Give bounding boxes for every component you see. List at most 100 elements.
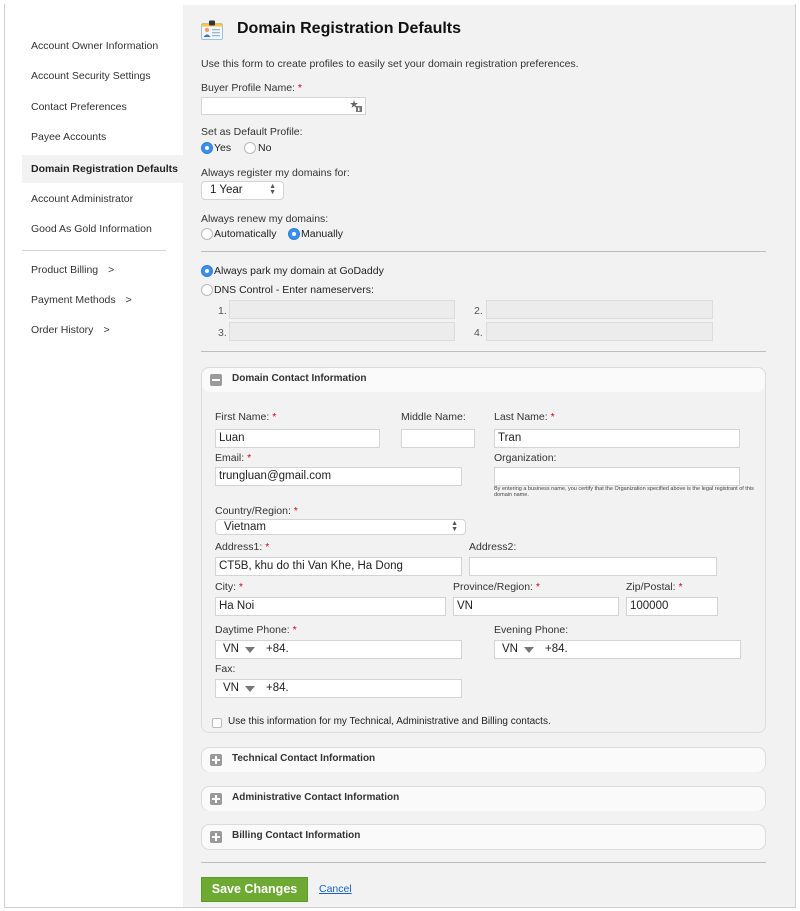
email-label: Email: * [215,452,252,464]
nameserver-1-input[interactable] [229,300,455,319]
nameserver-4-input[interactable] [486,322,713,341]
sidebar-item-order-history[interactable]: Order History > [22,316,188,344]
chevron-right-icon: > [108,264,115,276]
middle-name-label: Middle Name: [401,411,466,423]
sidebar-item-label: Payee Accounts [31,131,107,143]
id-card-icon [201,20,223,40]
park-domain-radio[interactable] [201,265,213,277]
email-input[interactable]: trungluan@gmail.com [215,467,462,486]
register-period-label: Always register my domains for: [201,167,350,179]
country-select[interactable]: Vietnam ▲ ▼ [215,519,466,535]
last-name-input[interactable]: Tran [494,429,740,448]
city-label: City: * [215,581,244,593]
panel-title: Technical Contact Information [232,753,376,764]
country-label: Country/Region: * [215,505,298,517]
address2-input[interactable] [469,557,717,576]
organization-note: By entering a business name, you certify… [494,486,754,498]
city-input[interactable]: Ha Noi [215,597,446,616]
sidebar-divider [22,250,166,251]
register-period-select[interactable]: 1 Year ▲ ▼ [201,181,284,200]
section-divider [201,351,766,352]
sidebar-item-label: Account Administrator [31,193,134,205]
fax-label: Fax: [215,663,236,675]
zip-input[interactable]: 100000 [626,597,718,616]
save-changes-button[interactable]: Save Changes [201,877,308,902]
expand-icon[interactable] [210,754,222,766]
use-for-all-contacts-checkbox[interactable] [212,718,222,728]
panel-title: Administrative Contact Information [232,792,400,803]
default-profile-no-label[interactable]: No [258,142,271,154]
nameserver-3-input[interactable] [229,322,455,341]
dns-control-label[interactable]: DNS Control - Enter nameservers: [214,284,374,296]
renew-automatically-label[interactable]: Automatically [214,228,276,240]
sidebar-item-label: Contact Preferences [31,101,127,113]
use-for-all-contacts-label[interactable]: Use this information for my Technical, A… [228,716,551,727]
expand-icon[interactable] [210,793,222,805]
middle-name-input[interactable] [401,429,475,448]
domain-contact-panel: Domain Contact Information First Name: *… [201,367,766,733]
address1-label: Address1: * [215,541,270,553]
dropdown-triangle-icon[interactable] [524,647,534,653]
first-name-label: First Name: * [215,411,277,423]
phone-prefix: +84. [266,643,289,655]
last-name-label: Last Name: * [494,411,555,423]
evening-phone-input[interactable]: VN +84. [494,640,741,659]
fax-input[interactable]: VN +84. [215,679,462,698]
first-name-input[interactable]: Luan [215,429,380,448]
sidebar-item-domain-registration-defaults[interactable]: Domain Registration Defaults [22,155,188,183]
domain-contact-header[interactable]: Domain Contact Information [202,368,765,392]
province-label: Province/Region: * [453,581,540,593]
address1-input[interactable]: CT5B, khu do thi Van Khe, Ha Dong [215,557,462,576]
renew-manually-radio[interactable] [288,228,300,240]
panel-title: Domain Contact Information [232,373,367,384]
renew-automatically-radio[interactable] [201,228,213,240]
nameserver-2-input[interactable] [486,300,713,319]
province-input[interactable]: VN [453,597,619,616]
sidebar-item-account-administrator[interactable]: Account Administrator [22,185,188,213]
cancel-link[interactable]: Cancel [319,883,352,895]
sidebar-item-payment-methods[interactable]: Payment Methods > [22,286,188,314]
park-domain-label[interactable]: Always park my domain at GoDaddy [214,265,384,277]
expand-icon[interactable] [210,831,222,843]
select-updown-icon: ▲ ▼ [269,183,276,196]
default-profile-label: Set as Default Profile: [201,126,303,138]
sidebar: Account Owner Information Account Securi… [5,5,188,907]
country-code-dropdown[interactable]: VN [223,641,239,658]
sidebar-item-label: Payment Methods [31,294,116,306]
renew-label: Always renew my domains: [201,213,329,225]
default-profile-no-radio[interactable] [244,142,256,154]
daytime-phone-input[interactable]: VN +84. [215,640,462,659]
organization-label: Organization: [494,452,557,464]
phone-prefix: +84. [545,643,568,655]
country-code-dropdown[interactable]: VN [223,680,239,697]
sidebar-item-product-billing[interactable]: Product Billing > [22,256,188,284]
dropdown-triangle-icon[interactable] [245,647,255,653]
sidebar-item-label: Account Owner Information [31,40,159,52]
dns-control-radio[interactable] [201,284,213,296]
default-profile-yes-label[interactable]: Yes [214,142,231,154]
technical-contact-header[interactable]: Technical Contact Information [202,748,765,772]
nameserver-1-number: 1. [218,305,227,317]
organization-input[interactable] [494,467,740,486]
country-code-dropdown[interactable]: VN [502,641,518,658]
evening-phone-label: Evening Phone: [494,624,569,636]
renew-manually-label[interactable]: Manually [301,228,343,240]
country-value: Vietnam [224,521,266,533]
buyer-profile-input[interactable] [201,97,366,115]
default-profile-yes-radio[interactable] [201,142,213,154]
sidebar-item-account-security-settings[interactable]: Account Security Settings [22,62,188,90]
sidebar-item-contact-preferences[interactable]: Contact Preferences [22,93,188,121]
administrative-contact-header[interactable]: Administrative Contact Information [202,787,765,811]
sidebar-item-label: Product Billing [31,264,99,276]
section-divider [201,251,766,252]
autofill-icon[interactable] [349,99,363,113]
administrative-contact-panel: Administrative Contact Information [201,786,766,811]
dropdown-triangle-icon[interactable] [245,686,255,692]
sidebar-item-label: Good As Gold Information [31,223,152,235]
sidebar-item-account-owner-information[interactable]: Account Owner Information [22,32,188,60]
sidebar-item-payee-accounts[interactable]: Payee Accounts [22,123,188,151]
billing-contact-header[interactable]: Billing Contact Information [202,825,765,849]
sidebar-item-label: Domain Registration Defaults [31,163,179,175]
sidebar-item-good-as-gold-information[interactable]: Good As Gold Information [22,215,188,243]
collapse-icon[interactable] [210,374,222,386]
